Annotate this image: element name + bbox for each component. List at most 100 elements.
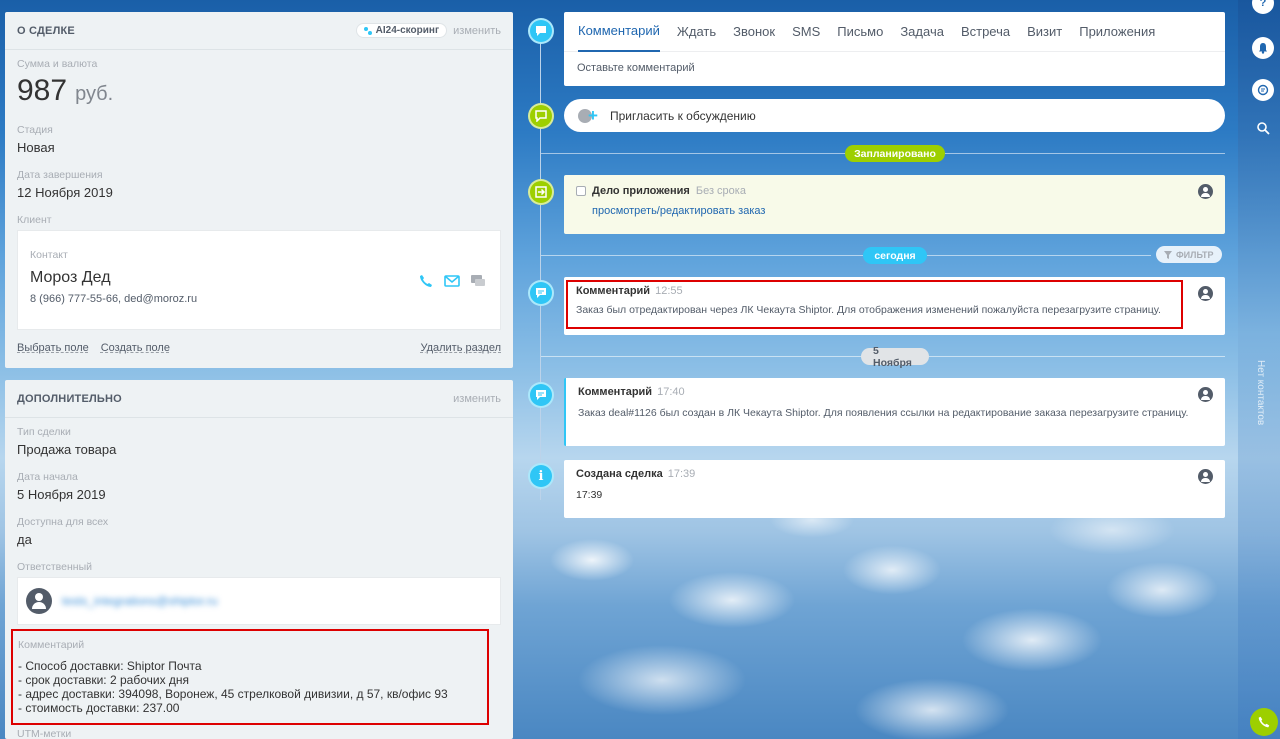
- today-divider: сегодня: [863, 247, 927, 264]
- comment-input[interactable]: Оставьте комментарий: [564, 52, 1225, 84]
- contact-label: Контакт: [30, 249, 68, 261]
- comment-bubble-icon: [528, 18, 554, 44]
- additional-card-title: ДОПОЛНИТЕЛЬНО: [17, 392, 122, 405]
- phone-call-icon[interactable]: [1250, 708, 1278, 736]
- tab-call[interactable]: Звонок: [733, 12, 775, 52]
- timeline-line: [540, 20, 541, 500]
- tab-comment[interactable]: Комментарий: [578, 12, 660, 52]
- public-label: Доступна для всех: [17, 516, 109, 528]
- edit-order-link[interactable]: просмотреть/редактировать заказ: [592, 205, 1213, 217]
- responsible-box[interactable]: tests_integrations@shiptor.ru: [17, 577, 501, 625]
- entry-title: Комментарий: [578, 386, 653, 398]
- phone-icon[interactable]: [418, 273, 434, 289]
- close-date-field: Дата завершения 12 Ноября 2019: [5, 169, 513, 200]
- tab-meeting[interactable]: Встреча: [961, 12, 1010, 52]
- additional-card-header: ДОПОЛНИТЕЛЬНО изменить: [5, 380, 513, 418]
- tab-email[interactable]: Письмо: [837, 12, 883, 52]
- deal-type-label: Тип сделки: [17, 426, 71, 438]
- responsible-field: Ответственный: [5, 561, 513, 573]
- deal-card-footer: Выбрать поле Создать поле Удалить раздел: [17, 342, 501, 354]
- sum-field: Сумма и валюта 987 руб.: [5, 58, 513, 108]
- create-field-link[interactable]: Создать поле: [101, 342, 170, 354]
- stage-label: Стадия: [17, 124, 53, 136]
- comment-line: - срок доставки: 2 рабочих дня: [18, 673, 190, 687]
- timeline-entry: Комментарий 17:40 Заказ deal#1126 был со…: [564, 378, 1225, 446]
- deal-edit-link[interactable]: изменить: [453, 25, 501, 37]
- tab-apps[interactable]: Приложения: [1079, 12, 1155, 52]
- deal-card-title: О СДЕЛКЕ: [17, 24, 75, 37]
- date-divider: 5 Ноября: [861, 345, 929, 369]
- comment-line: - стоимость доставки: 237.00: [18, 701, 180, 715]
- client-field: Клиент: [5, 214, 513, 226]
- search-icon[interactable]: [1252, 117, 1274, 139]
- comment-lines: - Способ доставки: Shiptor Почта - срок …: [18, 659, 482, 715]
- discussion-icon: [528, 103, 554, 129]
- user-icon[interactable]: [1198, 184, 1213, 199]
- user-icon[interactable]: [1198, 286, 1213, 301]
- ai-scoring-label: AI24-скоринг: [375, 25, 440, 36]
- task-title: Дело приложения: [592, 185, 690, 197]
- responsible-label: Ответственный: [17, 561, 92, 573]
- planned-divider: Запланировано: [845, 145, 945, 162]
- client-label: Клиент: [17, 214, 52, 226]
- notifications-icon[interactable]: [1252, 37, 1274, 59]
- deal-card-header: О СДЕЛКЕ AI24-скоринг изменить: [5, 12, 513, 50]
- tab-sms[interactable]: SMS: [792, 12, 820, 52]
- comment-line: - Способ доставки: Shiptor Почта: [18, 659, 202, 673]
- app-task-card: Дело приложения Без срока просмотреть/ре…: [564, 175, 1225, 234]
- close-date-value: 12 Ноября 2019: [17, 185, 113, 200]
- comment-entry-icon: [528, 382, 554, 408]
- close-date-label: Дата завершения: [17, 169, 103, 181]
- comment-label: Комментарий: [18, 639, 85, 651]
- deal-type-value: Продажа товара: [17, 442, 117, 457]
- entry-time: 17:40: [657, 386, 685, 398]
- user-icon[interactable]: [1198, 387, 1213, 402]
- start-date-field: Дата начала 5 Ноября 2019: [5, 471, 513, 502]
- delete-section-link[interactable]: Удалить раздел: [420, 342, 501, 354]
- stage-value: Новая: [17, 140, 55, 155]
- app-task-icon: [528, 179, 554, 205]
- tab-visit[interactable]: Визит: [1027, 12, 1062, 52]
- client-contact-box: Контакт Мороз Дед 8 (966) 777-55-66, ded…: [17, 230, 501, 330]
- tab-wait[interactable]: Ждать: [677, 12, 716, 52]
- invite-label: Пригласить к обсуждению: [610, 108, 756, 123]
- comment-field-highlight: Комментарий - Способ доставки: Shiptor П…: [11, 629, 489, 725]
- sum-amount: 987: [17, 74, 68, 107]
- chat-icon[interactable]: [470, 273, 486, 289]
- invite-to-discussion[interactable]: + Пригласить к обсуждению: [564, 99, 1225, 132]
- deal-type-field: Тип сделки Продажа товара: [5, 426, 513, 457]
- activity-editor: Комментарий Ждать Звонок SMS Письмо Зада…: [564, 12, 1225, 86]
- entry-highlight-frame: [566, 280, 1183, 329]
- entry-text: Заказ deal#1126 был создан в ЛК Чекаута …: [578, 407, 1189, 419]
- filter-icon: [1164, 250, 1172, 259]
- messenger-icon[interactable]: [1252, 79, 1274, 101]
- today-divider-line: [541, 255, 1151, 256]
- public-field: Доступна для всех да: [5, 516, 513, 547]
- comment-entry-icon: [528, 280, 554, 306]
- filter-button[interactable]: ФИЛЬТР: [1156, 246, 1222, 263]
- info-icon: i: [528, 463, 554, 489]
- user-icon[interactable]: [1198, 469, 1213, 484]
- task-deadline: Без срока: [695, 185, 746, 197]
- add-user-icon: +: [578, 106, 600, 125]
- ai-scoring-badge[interactable]: AI24-скоринг: [355, 23, 448, 38]
- ai-scoring-icon: [363, 26, 372, 35]
- stage-field: Стадия Новая: [5, 124, 513, 155]
- utm-label: UTM-метки: [17, 728, 72, 739]
- filter-label: ФИЛЬТР: [1176, 249, 1214, 260]
- no-contacts-label: Нет контактов: [1255, 360, 1266, 426]
- responsible-avatar: [26, 588, 52, 614]
- responsible-name[interactable]: tests_integrations@shiptor.ru: [62, 594, 218, 608]
- sum-label: Сумма и валюта: [17, 58, 98, 70]
- entry-title: Создана сделка: [576, 468, 663, 480]
- public-value: да: [17, 532, 32, 547]
- mail-icon[interactable]: [444, 273, 460, 289]
- task-checkbox[interactable]: [576, 186, 586, 196]
- editor-tabs: Комментарий Ждать Звонок SMS Письмо Зада…: [564, 12, 1225, 52]
- select-field-link[interactable]: Выбрать поле: [17, 342, 89, 354]
- timeline-entry: Создана сделка 17:39 17:39: [564, 460, 1225, 518]
- tab-task[interactable]: Задача: [900, 12, 944, 52]
- additional-edit-link[interactable]: изменить: [453, 393, 501, 405]
- entry-text: 17:39: [576, 489, 603, 501]
- start-date-label: Дата начала: [17, 471, 78, 483]
